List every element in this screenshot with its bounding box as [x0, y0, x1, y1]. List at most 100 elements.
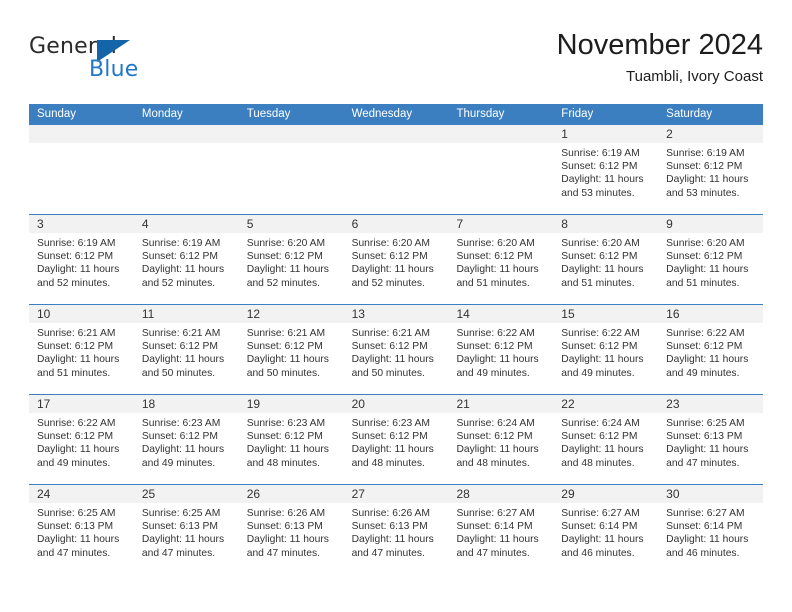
- daylight-text-line1: Daylight: 11 hours: [456, 264, 539, 276]
- sunset-text: Sunset: 6:12 PM: [351, 251, 428, 263]
- day-cell[interactable]: 21 Sunrise: 6:24 AM Sunset: 6:12 PM Dayl…: [448, 395, 554, 484]
- day-cell[interactable]: 22 Sunrise: 6:24 AM Sunset: 6:12 PM Dayl…: [553, 395, 659, 484]
- day-cell[interactable]: [448, 125, 554, 214]
- sunrise-text: Sunrise: 6:19 AM: [666, 148, 745, 159]
- sunset-text: Sunset: 6:12 PM: [666, 341, 743, 353]
- sunrise-text: Sunrise: 6:25 AM: [37, 508, 116, 519]
- sunset-text: Sunset: 6:13 PM: [666, 431, 743, 443]
- day-number: 2: [658, 125, 764, 143]
- day-cell[interactable]: 26 Sunrise: 6:26 AM Sunset: 6:13 PM Dayl…: [238, 485, 344, 574]
- day-cell[interactable]: 24 Sunrise: 6:25 AM Sunset: 6:13 PM Dayl…: [29, 485, 134, 574]
- day-cell[interactable]: 19 Sunrise: 6:23 AM Sunset: 6:12 PM Dayl…: [238, 395, 344, 484]
- week-row: 17 Sunrise: 6:22 AM Sunset: 6:12 PM Dayl…: [29, 394, 764, 484]
- day-cell[interactable]: 12 Sunrise: 6:21 AM Sunset: 6:12 PM Dayl…: [238, 305, 344, 394]
- day-number: 24: [29, 485, 134, 503]
- day-cell[interactable]: 5 Sunrise: 6:20 AM Sunset: 6:12 PM Dayli…: [238, 215, 344, 304]
- weekday-header-row: Sunday Monday Tuesday Wednesday Thursday…: [29, 104, 763, 125]
- day-cell[interactable]: 18 Sunrise: 6:23 AM Sunset: 6:12 PM Dayl…: [133, 395, 239, 484]
- daylight-text-line1: Daylight: 11 hours: [666, 174, 749, 186]
- day-cell[interactable]: 8 Sunrise: 6:20 AM Sunset: 6:12 PM Dayli…: [553, 215, 659, 304]
- day-number: 30: [658, 485, 764, 503]
- day-cell[interactable]: [238, 125, 344, 214]
- daylight-text-line1: Daylight: 11 hours: [37, 444, 120, 456]
- day-cell[interactable]: 29 Sunrise: 6:27 AM Sunset: 6:14 PM Dayl…: [553, 485, 659, 574]
- day-cell[interactable]: 15 Sunrise: 6:22 AM Sunset: 6:12 PM Dayl…: [553, 305, 659, 394]
- day-info: Sunrise: 6:26 AM Sunset: 6:13 PM Dayligh…: [344, 503, 449, 560]
- weekday-header-friday: Friday: [561, 108, 594, 120]
- day-info: [344, 143, 449, 147]
- daylight-text-line1: Daylight: 11 hours: [351, 534, 434, 546]
- day-info: Sunrise: 6:25 AM Sunset: 6:13 PM Dayligh…: [134, 503, 239, 560]
- day-cell[interactable]: 11 Sunrise: 6:21 AM Sunset: 6:12 PM Dayl…: [133, 305, 239, 394]
- day-cell[interactable]: 30 Sunrise: 6:27 AM Sunset: 6:14 PM Dayl…: [658, 485, 764, 574]
- sunrise-text: Sunrise: 6:22 AM: [561, 328, 640, 339]
- sunrise-text: Sunrise: 6:20 AM: [456, 238, 535, 249]
- sunrise-text: Sunrise: 6:21 AM: [351, 328, 430, 339]
- day-info: Sunrise: 6:20 AM Sunset: 6:12 PM Dayligh…: [448, 233, 553, 290]
- sunrise-text: Sunrise: 6:19 AM: [37, 238, 116, 249]
- sunset-text: Sunset: 6:12 PM: [37, 431, 114, 443]
- day-cell[interactable]: 9 Sunrise: 6:20 AM Sunset: 6:12 PM Dayli…: [658, 215, 764, 304]
- daylight-text-line2: and 47 minutes.: [456, 547, 530, 559]
- day-cell[interactable]: 16 Sunrise: 6:22 AM Sunset: 6:12 PM Dayl…: [658, 305, 764, 394]
- sunrise-text: Sunrise: 6:27 AM: [666, 508, 745, 519]
- day-info: Sunrise: 6:25 AM Sunset: 6:13 PM Dayligh…: [29, 503, 134, 560]
- daylight-text-line2: and 47 minutes.: [666, 457, 740, 469]
- day-cell[interactable]: 3 Sunrise: 6:19 AM Sunset: 6:12 PM Dayli…: [29, 215, 134, 304]
- day-cell[interactable]: 27 Sunrise: 6:26 AM Sunset: 6:13 PM Dayl…: [343, 485, 449, 574]
- day-cell[interactable]: 17 Sunrise: 6:22 AM Sunset: 6:12 PM Dayl…: [29, 395, 134, 484]
- day-info: Sunrise: 6:23 AM Sunset: 6:12 PM Dayligh…: [239, 413, 344, 470]
- day-cell[interactable]: 14 Sunrise: 6:22 AM Sunset: 6:12 PM Dayl…: [448, 305, 554, 394]
- weekday-header-monday: Monday: [141, 108, 183, 120]
- day-number: 13: [343, 305, 449, 323]
- week-row: 10 Sunrise: 6:21 AM Sunset: 6:12 PM Dayl…: [29, 304, 764, 394]
- day-cell[interactable]: 4 Sunrise: 6:19 AM Sunset: 6:12 PM Dayli…: [133, 215, 239, 304]
- sunset-text: Sunset: 6:13 PM: [351, 521, 428, 533]
- day-cell[interactable]: [29, 125, 134, 214]
- daylight-text-line2: and 49 minutes.: [561, 367, 635, 379]
- daylight-text-line1: Daylight: 11 hours: [456, 444, 539, 456]
- sunset-text: Sunset: 6:12 PM: [141, 431, 218, 443]
- day-number: 10: [29, 305, 134, 323]
- daylight-text-line2: and 47 minutes.: [246, 547, 320, 559]
- daylight-text-line1: Daylight: 11 hours: [246, 354, 329, 366]
- daylight-text-line1: Daylight: 11 hours: [561, 264, 644, 276]
- sunrise-text: Sunrise: 6:20 AM: [246, 238, 326, 249]
- sunrise-text: Sunrise: 6:19 AM: [141, 238, 221, 249]
- day-cell[interactable]: 6 Sunrise: 6:20 AM Sunset: 6:12 PM Dayli…: [343, 215, 449, 304]
- day-cell[interactable]: 13 Sunrise: 6:21 AM Sunset: 6:12 PM Dayl…: [343, 305, 449, 394]
- day-cell[interactable]: 23 Sunrise: 6:25 AM Sunset: 6:13 PM Dayl…: [658, 395, 764, 484]
- day-info: Sunrise: 6:26 AM Sunset: 6:13 PM Dayligh…: [239, 503, 344, 560]
- daylight-text-line1: Daylight: 11 hours: [141, 264, 225, 276]
- day-cell[interactable]: 1 Sunrise: 6:19 AM Sunset: 6:12 PM Dayli…: [553, 125, 659, 214]
- sunrise-text: Sunrise: 6:19 AM: [561, 148, 640, 159]
- daylight-text-line1: Daylight: 11 hours: [561, 174, 644, 186]
- day-cell[interactable]: [133, 125, 239, 214]
- sunset-text: Sunset: 6:12 PM: [666, 161, 743, 173]
- day-number: [29, 125, 134, 143]
- day-cell[interactable]: 10 Sunrise: 6:21 AM Sunset: 6:12 PM Dayl…: [29, 305, 134, 394]
- day-cell[interactable]: 25 Sunrise: 6:25 AM Sunset: 6:13 PM Dayl…: [133, 485, 239, 574]
- sunrise-text: Sunrise: 6:24 AM: [561, 418, 640, 429]
- day-number: 4: [133, 215, 239, 233]
- daylight-text-line2: and 51 minutes.: [666, 277, 740, 289]
- day-number: 19: [238, 395, 344, 413]
- day-number: 12: [238, 305, 344, 323]
- day-number: 23: [658, 395, 764, 413]
- day-info: Sunrise: 6:22 AM Sunset: 6:12 PM Dayligh…: [448, 323, 553, 380]
- day-cell[interactable]: 7 Sunrise: 6:20 AM Sunset: 6:12 PM Dayli…: [448, 215, 554, 304]
- day-number: 26: [238, 485, 344, 503]
- sunset-text: Sunset: 6:12 PM: [456, 431, 533, 443]
- day-cell[interactable]: 20 Sunrise: 6:23 AM Sunset: 6:12 PM Dayl…: [343, 395, 449, 484]
- sunset-text: Sunset: 6:12 PM: [351, 341, 428, 353]
- day-info: [448, 143, 553, 147]
- day-cell[interactable]: 2 Sunrise: 6:19 AM Sunset: 6:12 PM Dayli…: [658, 125, 764, 214]
- daylight-text-line1: Daylight: 11 hours: [666, 354, 749, 366]
- day-info: Sunrise: 6:22 AM Sunset: 6:12 PM Dayligh…: [29, 413, 134, 470]
- sunset-text: Sunset: 6:14 PM: [666, 521, 743, 533]
- day-cell[interactable]: 28 Sunrise: 6:27 AM Sunset: 6:14 PM Dayl…: [448, 485, 554, 574]
- sunrise-text: Sunrise: 6:23 AM: [246, 418, 326, 429]
- day-number: 29: [553, 485, 659, 503]
- sunrise-text: Sunrise: 6:20 AM: [666, 238, 745, 249]
- day-cell[interactable]: [343, 125, 449, 214]
